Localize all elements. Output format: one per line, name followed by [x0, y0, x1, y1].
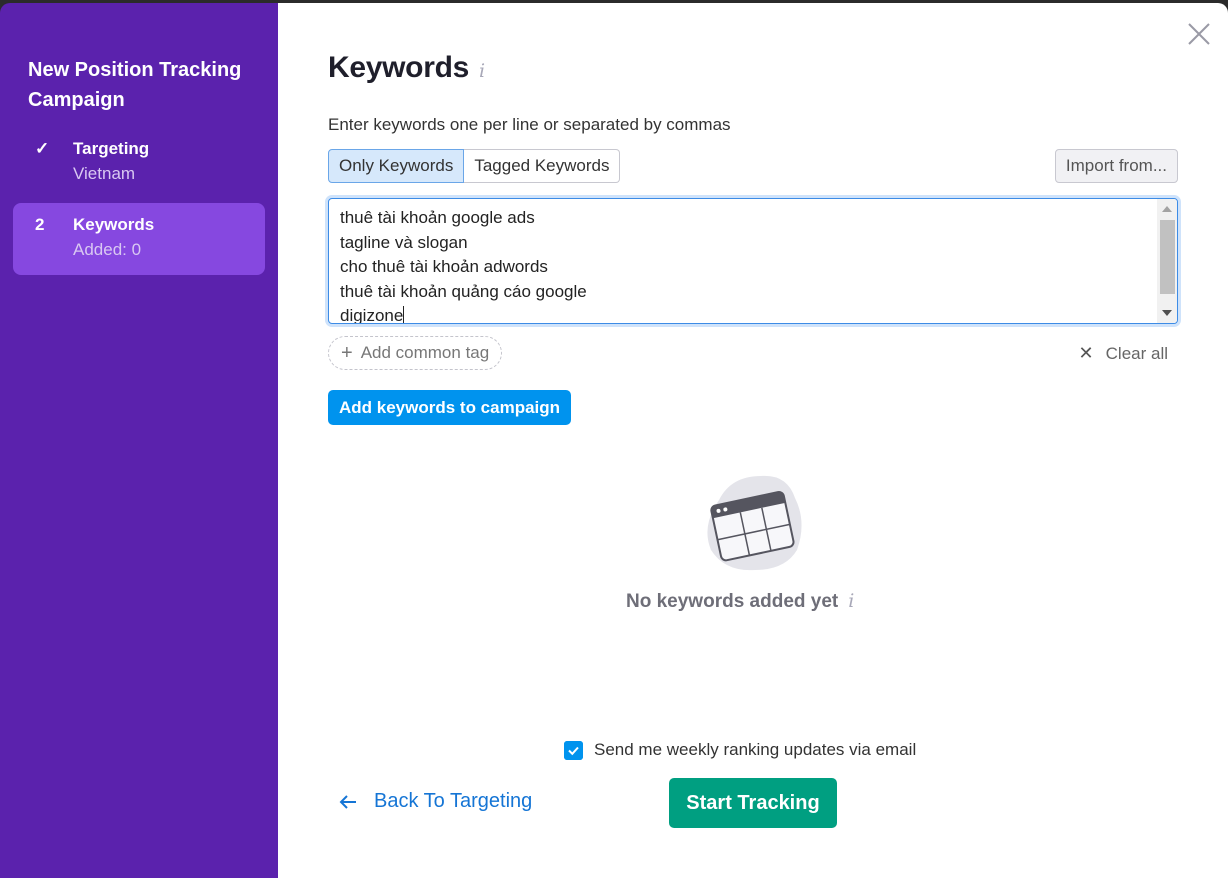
add-common-tag-label: Add common tag [360, 343, 490, 362]
scroll-thumb[interactable] [1160, 220, 1175, 294]
tab-tagged-keywords[interactable]: Tagged Keywords [464, 149, 621, 183]
arrow-left-icon [339, 794, 356, 809]
step-targeting-label: Targeting [73, 139, 150, 158]
step-targeting[interactable]: ✓ Targeting Vietnam [13, 127, 265, 199]
scroll-down-icon[interactable] [1162, 310, 1172, 316]
keywords-textarea[interactable]: thuê tài khoản google ads tagline và slo… [328, 198, 1178, 324]
keyword-line: cho thuê tài khoản adwords [340, 257, 548, 277]
keyword-line: tagline và slogan [340, 232, 468, 252]
keywords-hint: Enter keywords one per line or separated… [328, 115, 731, 134]
add-common-tag-button[interactable]: + Add common tag [328, 336, 503, 370]
keyword-line: digizone [340, 306, 404, 324]
empty-state: No keywords added yet i [626, 590, 854, 613]
scroll-up-icon[interactable] [1162, 206, 1172, 212]
add-keywords-button[interactable]: Add keywords to campaign [328, 390, 572, 425]
step-targeting-value: Vietnam [73, 164, 136, 183]
email-updates-label: Send me weekly ranking updates via email [594, 740, 917, 759]
tab-only-keywords[interactable]: Only Keywords [328, 149, 465, 183]
step-keywords-count: Added: 0 [73, 240, 142, 259]
empty-state-text: No keywords added yet [626, 591, 839, 612]
info-icon[interactable]: i [479, 60, 485, 82]
wizard-title-line2: Campaign [28, 89, 125, 111]
keyword-mode-toggle: Only Keywords Tagged Keywords [328, 149, 621, 183]
clear-all-button[interactable]: ✕ Clear all [1079, 343, 1168, 364]
keywords-text: thuê tài khoản google ads tagline và slo… [329, 199, 1177, 324]
textarea-scrollbar[interactable] [1157, 199, 1177, 323]
checkbox-checked-icon[interactable] [564, 740, 583, 760]
check-icon: ✓ [35, 139, 50, 158]
email-updates-option[interactable]: Send me weekly ranking updates via email [564, 740, 916, 760]
close-icon[interactable] [1184, 19, 1214, 49]
back-label: Back To Targeting [374, 790, 533, 812]
keyword-line: thuê tài khoản google ads [340, 208, 535, 227]
info-icon[interactable]: i [848, 590, 854, 612]
x-icon: ✕ [1078, 343, 1094, 363]
keyword-line: thuê tài khoản quảng cáo google [340, 281, 587, 301]
clear-all-label: Clear all [1105, 343, 1168, 363]
new-campaign-modal: New Position Tracking Campaign ✓ Targeti… [0, 3, 1228, 878]
plus-icon: + [341, 342, 353, 364]
step-number: 2 [35, 215, 45, 234]
keywords-panel: Keywords i Enter keywords one per line o… [278, 3, 1228, 878]
back-to-targeting-link[interactable]: Back To Targeting [338, 790, 532, 813]
page-title: Keywords [328, 51, 469, 84]
start-tracking-button[interactable]: Start Tracking [669, 778, 837, 828]
wizard-title: New Position Tracking Campaign [13, 55, 265, 115]
import-from-button[interactable]: Import from... [1054, 149, 1178, 183]
empty-table-illustration [707, 475, 802, 571]
title-row: Keywords i [328, 51, 485, 85]
wizard-title-line1: New Position Tracking [28, 59, 242, 81]
step-keywords-label: Keywords [73, 215, 155, 234]
wizard-sidebar: New Position Tracking Campaign ✓ Targeti… [0, 3, 278, 878]
keyword-line-last: digizone [340, 304, 1147, 324]
text-caret [403, 306, 405, 323]
step-keywords[interactable]: 2 Keywords Added: 0 [13, 203, 265, 275]
